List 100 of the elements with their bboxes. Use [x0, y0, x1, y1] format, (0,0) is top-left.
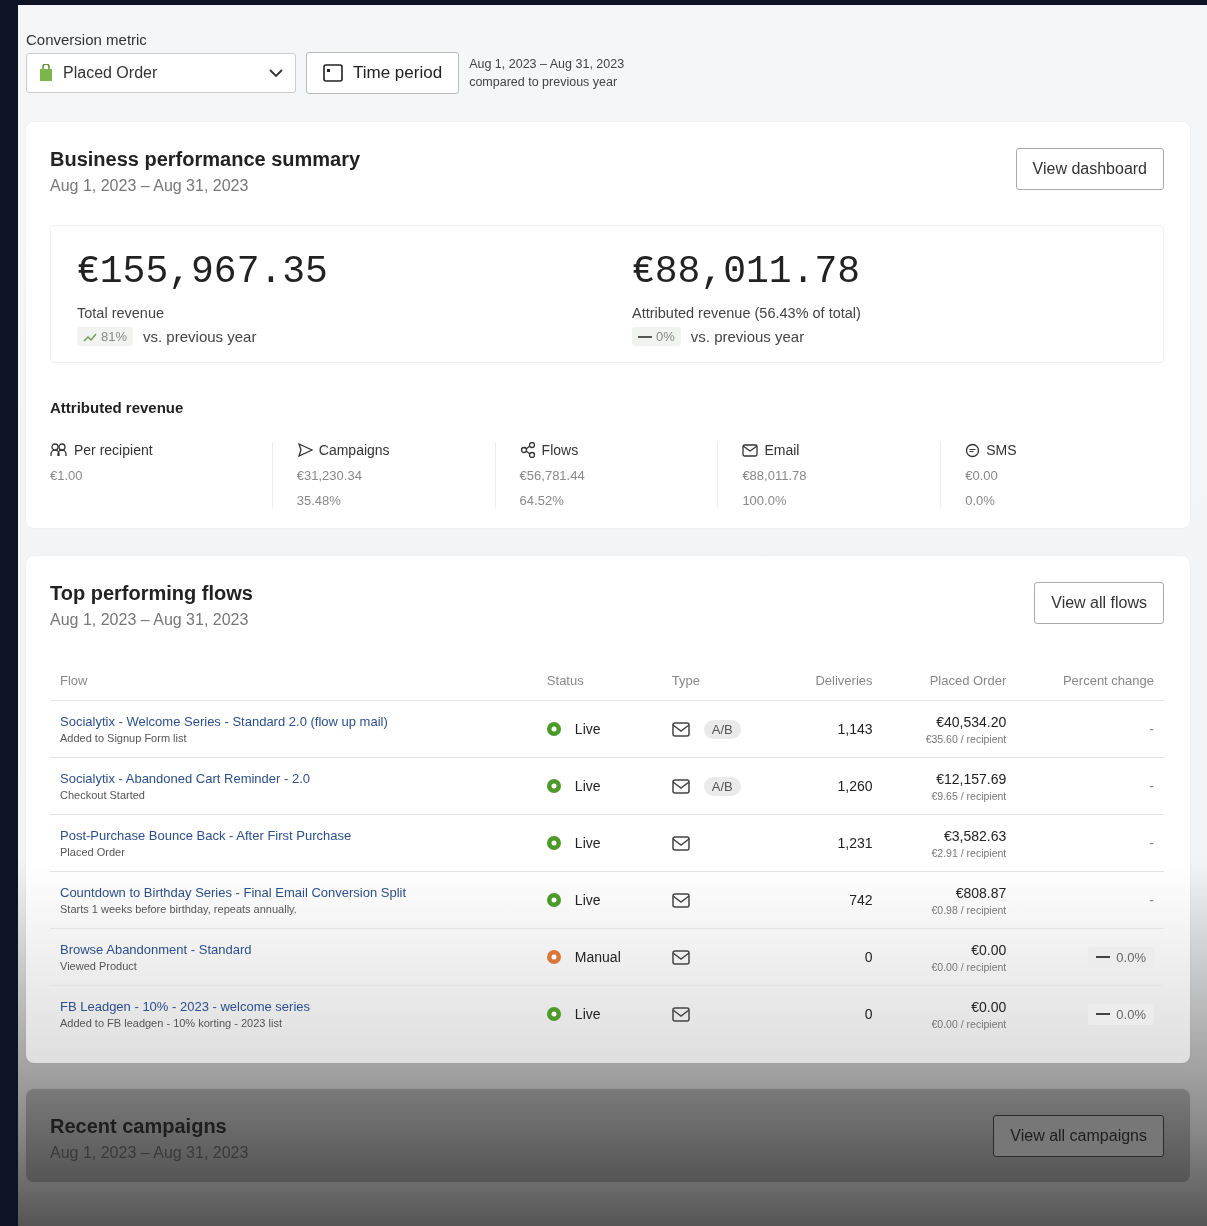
revenue-cell-text: €0.00: [970, 998, 1007, 1015]
revenue-value: €88,011.78: [632, 250, 862, 293]
view-flows-button[interactable]: View all flows: [1034, 582, 1164, 624]
chat-icon: [965, 442, 981, 458]
flow-trigger: Starts 1 weeks before birthday, repeats annually.: [60, 903, 298, 915]
revenue-cell-text: €40,534.20: [935, 713, 1007, 730]
status-text: Live: [574, 721, 601, 737]
flow-trigger: Added to Signup Form list: [60, 732, 188, 744]
trend-up-icon: [83, 331, 97, 342]
flow-trigger: Placed Order: [60, 846, 126, 858]
date-range: Aug 1, 2023 – Aug 31, 2023: [469, 57, 625, 71]
card-title: Top performing flows: [50, 582, 253, 605]
card-dates: Aug 1, 2023 – Aug 31, 2023: [50, 177, 250, 195]
comparison-text: vs. previous year: [143, 328, 257, 345]
revenue-cell-text: €12,157.69: [935, 770, 1007, 787]
metric-value: €31,230.34: [296, 468, 363, 483]
metric-share: 0.0%: [965, 493, 996, 508]
time-period-button[interactable]: Time period: [306, 52, 460, 94]
revenue-cell-text: €0.00: [970, 941, 1007, 958]
table-cell: -: [1149, 892, 1154, 908]
envelope-icon: [671, 949, 690, 965]
column-header: Type: [671, 673, 700, 688]
status-text: Live: [574, 778, 601, 794]
flow-trigger: Added to FB leadgen - 10% korting - 2023 list: [60, 1017, 283, 1029]
flow-link[interactable]: Browse Abandonment - Standard: [60, 942, 527, 957]
metric-label: Per recipient: [74, 442, 153, 458]
bag-icon: [39, 64, 53, 82]
people-icon: [50, 443, 68, 457]
revenue-cell-text: €3,582.63: [942, 827, 1007, 844]
comparison-text: compared to previous year: [469, 75, 619, 89]
table-cell: 0: [864, 1006, 873, 1022]
flow-link[interactable]: FB Leadgen - 10% - 2023 - welcome series: [60, 999, 527, 1014]
card-title: Recent campaigns: [50, 1115, 228, 1138]
status-text: Manual: [574, 949, 621, 965]
flow-link[interactable]: Post-Purchase Bounce Back - After First Purchase: [60, 828, 527, 843]
column-header: Flow: [60, 673, 88, 688]
metric-share: 100.0%: [742, 493, 788, 508]
comparison-text: vs. previous year: [690, 328, 805, 345]
metric-value: €88,011.78: [742, 468, 808, 483]
metric-label: Flows: [541, 442, 579, 458]
metric-value: €0.00: [965, 468, 999, 483]
envelope-icon: [742, 443, 759, 457]
card-title: Business performance summary: [50, 148, 361, 171]
metric-select[interactable]: Placed Order: [26, 53, 296, 93]
ab-badge: A/B: [703, 719, 741, 739]
table-cell: 0: [864, 949, 873, 965]
view-dashboard-button[interactable]: View dashboard: [1015, 148, 1164, 190]
revenue-label: Total revenue: [77, 305, 166, 321]
flow-link[interactable]: Countdown to Birthday Series - Final Email Conversion Split: [60, 885, 527, 900]
metric-share: 64.52%: [519, 493, 565, 508]
flow-trigger: Viewed Product: [60, 960, 138, 972]
flow-link[interactable]: Socialytix - Abandoned Cart Reminder - 2.0: [60, 771, 527, 786]
per-recipient-text: €9.65 / recipient: [930, 789, 1007, 802]
calendar-icon: [323, 64, 343, 82]
envelope-icon: [671, 778, 690, 794]
field-label: Conversion metric: [26, 31, 148, 48]
column-header: Percent change: [1062, 673, 1154, 688]
table-cell: 742: [849, 892, 873, 908]
revenue-cell-text: €808.87: [954, 884, 1007, 901]
chevron-down-icon: [269, 68, 283, 78]
per-recipient-text: €0.98 / recipient: [930, 903, 1007, 916]
change-badge: 81%: [77, 327, 134, 346]
flow-link[interactable]: Socialytix - Welcome Series - Standard 2.0 (flow up mail): [60, 714, 527, 729]
metric-value: €56,781.44: [519, 468, 586, 483]
ab-badge: A/B: [703, 776, 741, 796]
envelope-icon: [671, 892, 690, 908]
card-dates: Aug 1, 2023 – Aug 31, 2023: [50, 611, 250, 629]
revenue-label: Attributed revenue (56.43% of total): [632, 305, 862, 321]
metric-value: €1.00: [50, 468, 84, 483]
change-badge: 0.0%: [1088, 1003, 1154, 1025]
metric-label: Campaigns: [318, 442, 390, 458]
envelope-icon: [671, 835, 690, 851]
status-text: Live: [574, 1006, 601, 1022]
view-campaigns-button[interactable]: View all campaigns: [993, 1115, 1164, 1157]
table-cell: -: [1149, 721, 1154, 737]
envelope-icon: [671, 721, 690, 737]
column-header: Deliveries: [815, 673, 873, 688]
revenue-value: €155,967.35: [77, 250, 329, 293]
metric-share: 35.48%: [296, 493, 342, 508]
status-text: Live: [574, 835, 601, 851]
metric-label: SMS: [986, 442, 1017, 458]
section-title: Attributed revenue: [50, 399, 185, 416]
column-header: Status: [546, 673, 584, 688]
table-cell: 1,260: [837, 778, 873, 794]
change-badge: 0%: [632, 327, 681, 346]
table-cell: 1,231: [837, 835, 873, 851]
column-header: Placed Order: [929, 673, 1007, 688]
flow-icon: [519, 442, 536, 458]
table-cell: -: [1149, 778, 1154, 794]
per-recipient-text: €35.60 / recipient: [924, 732, 1007, 745]
envelope-icon: [671, 1006, 690, 1022]
table-cell: 1,143: [837, 721, 873, 737]
metric-label: Email: [764, 442, 800, 458]
send-icon: [296, 443, 313, 457]
per-recipient-text: €0.00 / recipient: [930, 960, 1007, 973]
flow-trigger: Checkout Started: [60, 789, 146, 801]
table-cell: -: [1149, 835, 1154, 851]
per-recipient-text: €2.91 / recipient: [930, 846, 1007, 859]
per-recipient-text: €0.00 / recipient: [930, 1017, 1007, 1030]
status-text: Live: [574, 892, 601, 908]
